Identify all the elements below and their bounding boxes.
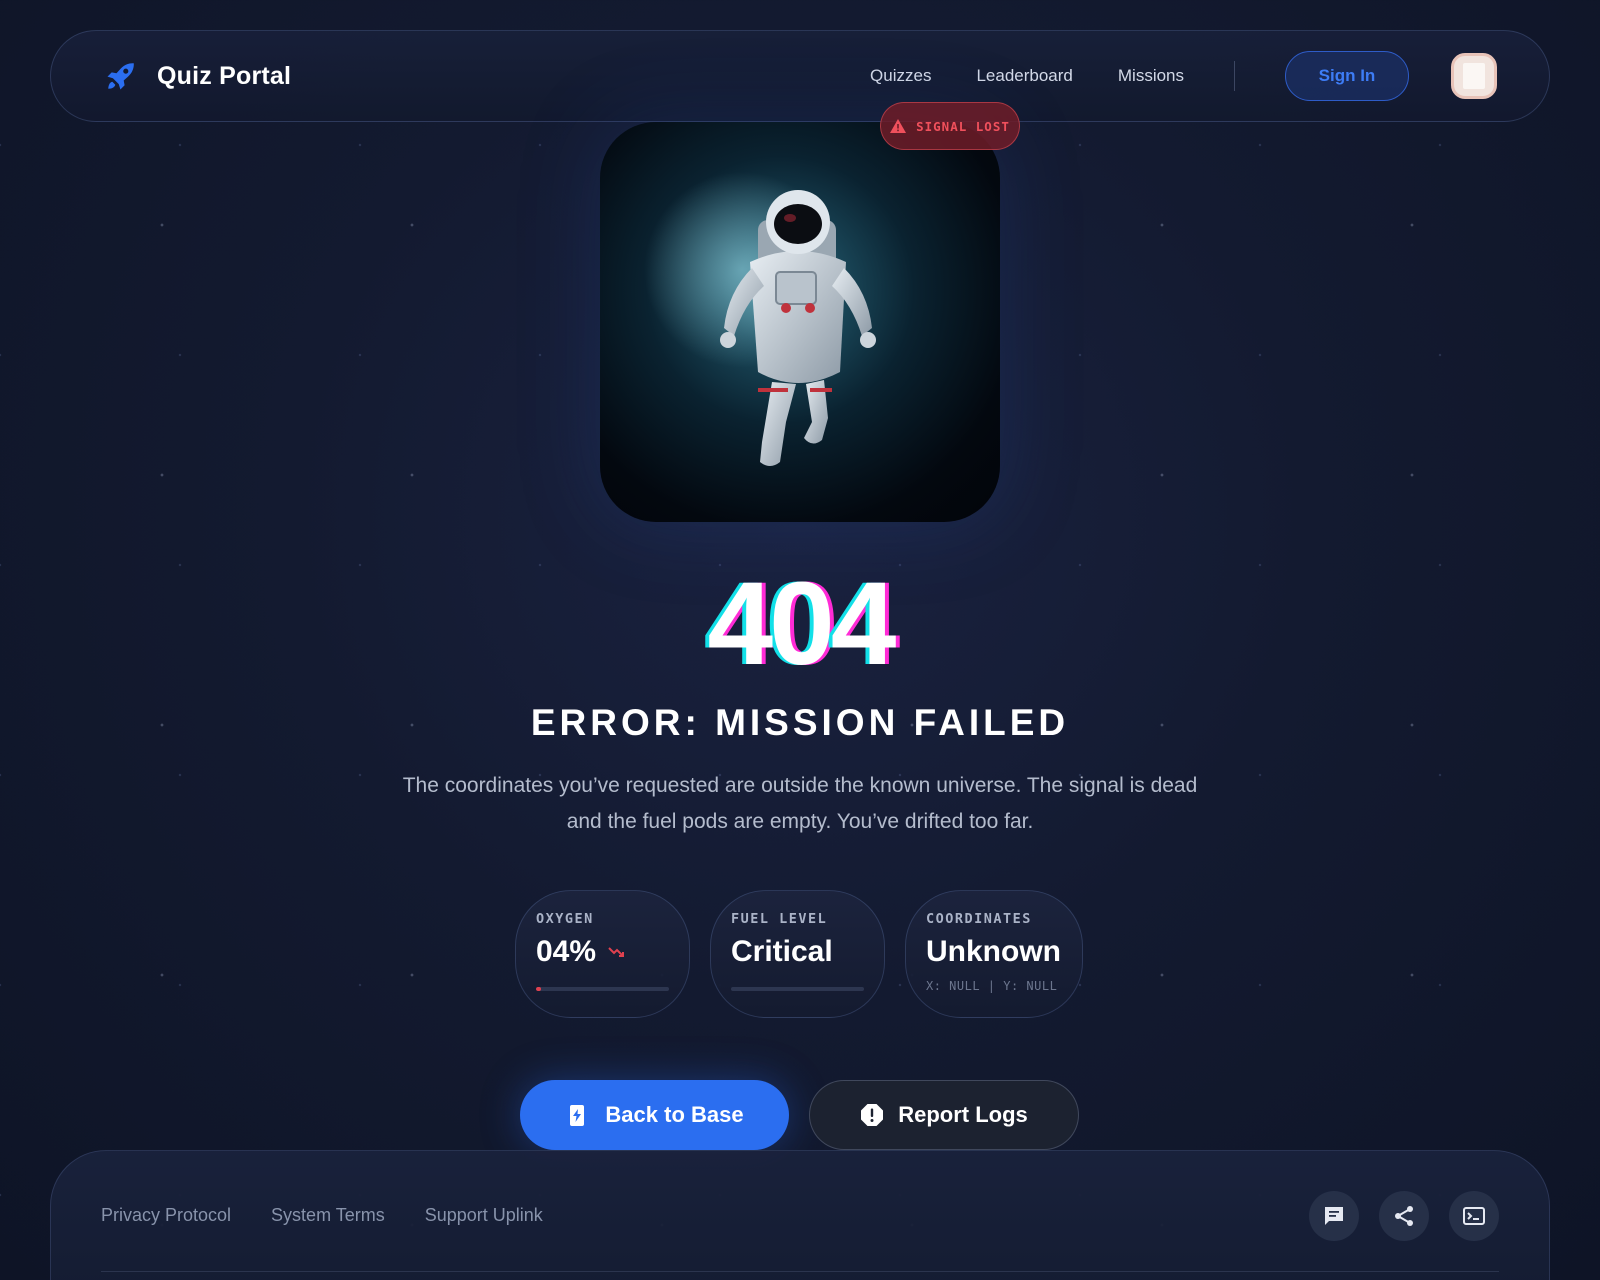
signal-lost-badge: SIGNAL LOST bbox=[880, 102, 1020, 150]
error-title: ERROR: MISSION FAILED bbox=[530, 702, 1070, 743]
user-avatar[interactable] bbox=[1451, 53, 1497, 99]
fuel-level-value: Critical bbox=[731, 935, 833, 968]
footer-link-system-terms[interactable]: System Terms bbox=[271, 1205, 385, 1226]
alert-octagon-icon bbox=[861, 1104, 884, 1126]
fuel-level-label: FUEL LEVEL bbox=[731, 911, 828, 927]
report-logs-label: Report Logs bbox=[898, 1102, 1028, 1127]
terminal-icon bbox=[1463, 1207, 1485, 1225]
nav-link-missions[interactable]: Missions bbox=[1118, 66, 1184, 86]
astronaut-illustration bbox=[630, 152, 910, 466]
nav-link-quizzes[interactable]: Quizzes bbox=[870, 66, 931, 86]
coordinates-readout: X: NULL | Y: NULL bbox=[926, 979, 1058, 993]
footer-link-privacy-protocol[interactable]: Privacy Protocol bbox=[101, 1205, 231, 1226]
rocket-icon bbox=[107, 63, 134, 90]
footer-icon-buttons bbox=[1309, 1191, 1499, 1241]
share-button[interactable] bbox=[1379, 1191, 1429, 1241]
chat-button[interactable] bbox=[1309, 1191, 1359, 1241]
trending-down-icon bbox=[608, 947, 625, 957]
footer-links: Privacy Protocol System Terms Support Up… bbox=[101, 1205, 543, 1226]
chat-icon bbox=[1325, 1207, 1343, 1225]
sign-in-button[interactable]: Sign In bbox=[1285, 51, 1409, 101]
fuel-level-card: FUEL LEVEL Critical bbox=[710, 890, 885, 1018]
footer: Privacy Protocol System Terms Support Up… bbox=[50, 1150, 1550, 1280]
footer-link-support-uplink[interactable]: Support Uplink bbox=[425, 1205, 543, 1226]
oxygen-level-bar bbox=[536, 987, 669, 991]
error-code: 404 bbox=[707, 558, 897, 690]
coordinates-card: COORDINATES Unknown X: NULL | Y: NULL bbox=[905, 890, 1083, 1018]
warning-triangle-icon bbox=[890, 119, 907, 133]
terminal-button[interactable] bbox=[1449, 1191, 1499, 1241]
oxygen-value-row: 04% bbox=[536, 935, 669, 969]
battery-charging-icon bbox=[570, 1105, 585, 1126]
top-navigation-bar: Quiz Portal Quizzes Leaderboard Missions… bbox=[50, 30, 1550, 122]
oxygen-level-fill bbox=[536, 987, 542, 991]
fuel-level-bar bbox=[731, 987, 864, 991]
nav-divider bbox=[1234, 61, 1235, 91]
back-to-base-button[interactable]: Back to Base bbox=[520, 1080, 789, 1150]
footer-divider bbox=[101, 1271, 1499, 1272]
brand-name: Quiz Portal bbox=[157, 61, 292, 90]
badge-label: SIGNAL LOST bbox=[916, 118, 1010, 134]
coordinates-value: Unknown bbox=[926, 935, 1061, 968]
oxygen-value: 04% bbox=[536, 935, 597, 968]
oxygen-card: OXYGEN 04% bbox=[515, 890, 690, 1018]
error-description: The coordinates you’ve requested are out… bbox=[402, 774, 1198, 833]
coordinates-label: COORDINATES bbox=[926, 911, 1032, 927]
report-logs-button[interactable]: Report Logs bbox=[809, 1080, 1079, 1150]
astronaut-hero-image bbox=[600, 122, 1000, 522]
share-icon bbox=[1395, 1206, 1413, 1226]
oxygen-label: OXYGEN bbox=[536, 911, 594, 927]
status-cards: OXYGEN 04% FUEL LEVEL Critical COORDINAT… bbox=[515, 890, 1083, 1018]
brand-logo[interactable]: Quiz Portal bbox=[103, 58, 291, 94]
back-to-base-label: Back to Base bbox=[605, 1102, 744, 1127]
nav-link-leaderboard[interactable]: Leaderboard bbox=[976, 66, 1072, 86]
main-nav: Quizzes Leaderboard Missions Sign In bbox=[825, 51, 1497, 101]
